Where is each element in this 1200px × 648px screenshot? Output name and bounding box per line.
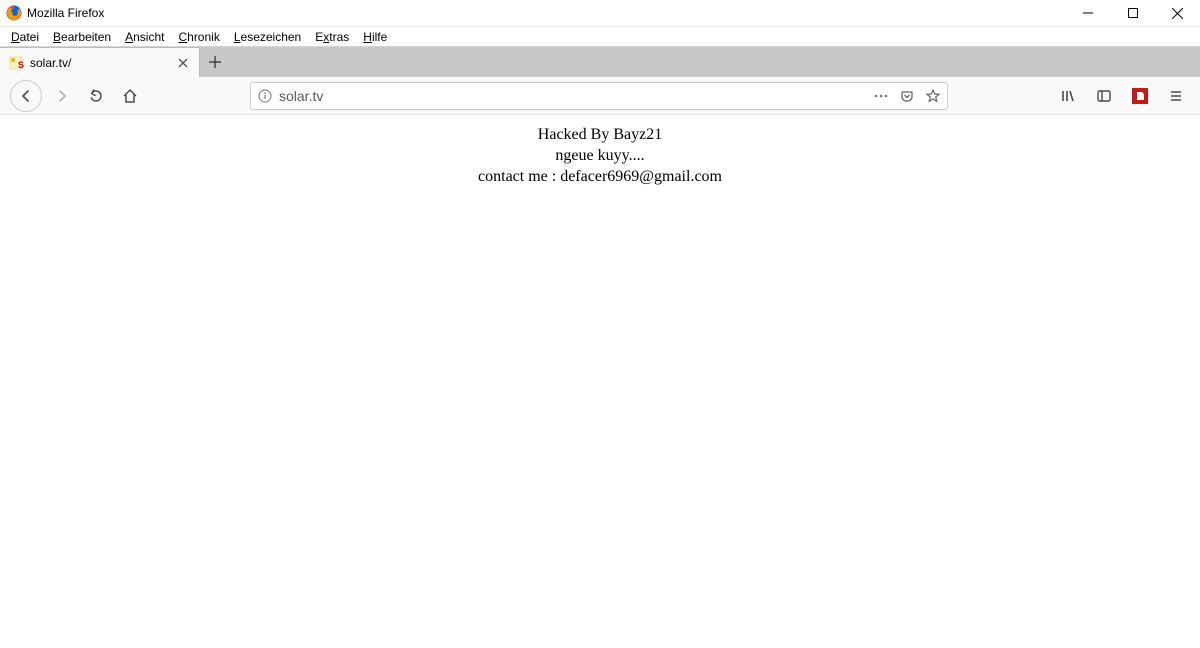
minimize-button[interactable] <box>1065 0 1110 26</box>
menu-datei[interactable]: Datei <box>4 28 46 46</box>
tab-close-icon[interactable] <box>175 55 191 71</box>
close-button[interactable] <box>1155 0 1200 26</box>
navigation-bar: solar.tv <box>0 77 1200 115</box>
svg-text:S: S <box>18 60 24 70</box>
new-tab-button[interactable] <box>200 47 230 77</box>
window-title: Mozilla Firefox <box>27 6 104 20</box>
window-titlebar: Mozilla Firefox <box>0 0 1200 27</box>
page-content: Hacked By Bayz21 ngeue kuyy.... contact … <box>0 115 1200 187</box>
tab-favicon-icon: S <box>8 55 24 71</box>
menu-button[interactable] <box>1162 82 1190 110</box>
back-button[interactable] <box>10 80 42 112</box>
home-button[interactable] <box>116 82 144 110</box>
tab-title: solar.tv/ <box>30 56 169 70</box>
forward-button[interactable] <box>48 82 76 110</box>
tab-bar: S solar.tv/ <box>0 47 1200 77</box>
urlbar-actions <box>873 88 941 104</box>
site-info-icon[interactable] <box>257 88 273 104</box>
menu-bar: Datei Bearbeiten Ansicht Chronik Lesezei… <box>0 27 1200 47</box>
titlebar-left: Mozilla Firefox <box>6 5 104 21</box>
firefox-icon <box>6 5 22 21</box>
menu-extras[interactable]: Extras <box>308 28 356 46</box>
sidebar-button[interactable] <box>1090 82 1118 110</box>
url-text: solar.tv <box>279 88 867 104</box>
reload-button[interactable] <box>82 82 110 110</box>
menu-hilfe[interactable]: Hilfe <box>356 28 394 46</box>
maximize-button[interactable] <box>1110 0 1155 26</box>
window-controls <box>1065 0 1200 26</box>
toolbar-right <box>1054 82 1190 110</box>
menu-ansicht[interactable]: Ansicht <box>118 28 171 46</box>
library-button[interactable] <box>1054 82 1082 110</box>
browser-tab[interactable]: S solar.tv/ <box>0 47 200 77</box>
content-line-3: contact me : defacer6969@gmail.com <box>0 167 1200 188</box>
page-actions-icon[interactable] <box>873 88 889 104</box>
pdf-extension-icon[interactable] <box>1126 82 1154 110</box>
content-line-2: ngeue kuyy.... <box>0 146 1200 167</box>
menu-chronik[interactable]: Chronik <box>171 28 226 46</box>
content-line-1: Hacked By Bayz21 <box>0 125 1200 146</box>
menu-lesezeichen[interactable]: Lesezeichen <box>227 28 308 46</box>
bookmark-star-icon[interactable] <box>925 88 941 104</box>
url-bar[interactable]: solar.tv <box>250 82 948 110</box>
menu-bearbeiten[interactable]: Bearbeiten <box>46 28 118 46</box>
pocket-icon[interactable] <box>899 88 915 104</box>
